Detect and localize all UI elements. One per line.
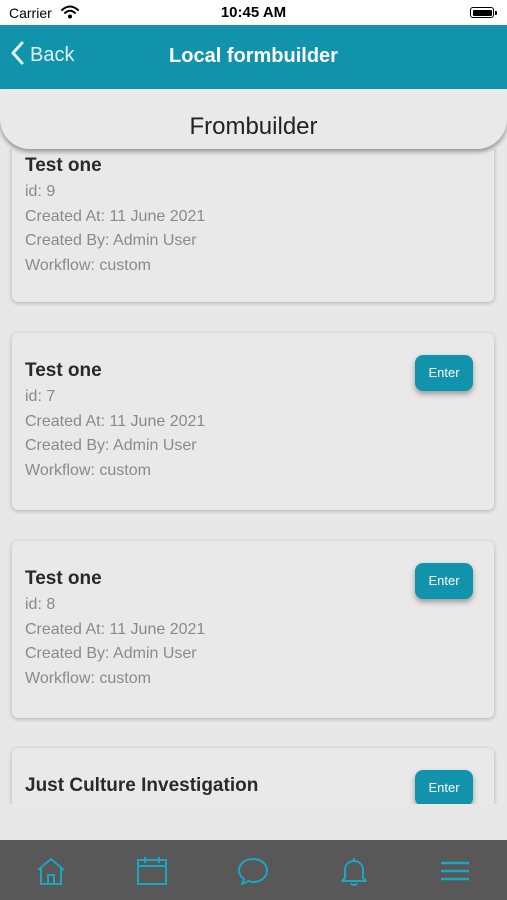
chat-icon[interactable] — [237, 856, 269, 886]
form-created-at: Created At: 11 June 2021 — [25, 621, 206, 638]
navigation-bar: Back Local formbuilder — [0, 25, 507, 89]
enter-button[interactable]: Enter — [415, 355, 473, 391]
status-bar: Carrier 10:45 AM — [0, 0, 507, 25]
form-card: Test one id: 9 Created At: 11 June 2021 … — [12, 149, 494, 302]
tab-bar — [0, 840, 507, 900]
form-title: Test one — [25, 568, 102, 589]
form-created-at: Created At: 11 June 2021 — [25, 413, 206, 430]
form-title: Just Culture Investigation — [25, 775, 259, 796]
form-id: id: 7 — [25, 388, 56, 405]
page-title: Local formbuilder — [169, 45, 338, 67]
form-workflow: Workflow: custom — [25, 462, 151, 479]
form-workflow: Workflow: custom — [25, 257, 151, 274]
enter-button[interactable]: Enter — [415, 770, 473, 804]
form-workflow: Workflow: custom — [25, 670, 151, 687]
form-title: Test one — [25, 155, 102, 176]
enter-button[interactable]: Enter — [415, 563, 473, 599]
form-card: Just Culture Investigation Enter — [12, 748, 494, 804]
form-created-by: Created By: Admin User — [25, 437, 197, 454]
form-card: Test one Enter id: 7 Created At: 11 June… — [12, 333, 494, 510]
status-time: 10:45 AM — [220, 4, 287, 21]
form-created-by: Created By: Admin User — [25, 645, 197, 662]
calendar-icon[interactable] — [136, 856, 168, 886]
form-list[interactable]: Test one id: 9 Created At: 11 June 2021 … — [0, 149, 507, 804]
battery-icon — [470, 7, 497, 18]
form-id: id: 9 — [25, 183, 56, 200]
form-title: Test one — [25, 360, 102, 381]
section-title: Frombuilder — [189, 113, 318, 140]
home-icon[interactable] — [35, 856, 67, 886]
form-created-at: Created At: 11 June 2021 — [25, 208, 206, 225]
section-header: Frombuilder — [0, 89, 507, 149]
form-id: id: 8 — [25, 596, 56, 613]
bell-icon[interactable] — [338, 856, 370, 887]
form-created-by: Created By: Admin User — [25, 232, 197, 249]
menu-icon[interactable] — [439, 856, 471, 886]
form-card: Test one Enter id: 8 Created At: 11 June… — [12, 541, 494, 718]
